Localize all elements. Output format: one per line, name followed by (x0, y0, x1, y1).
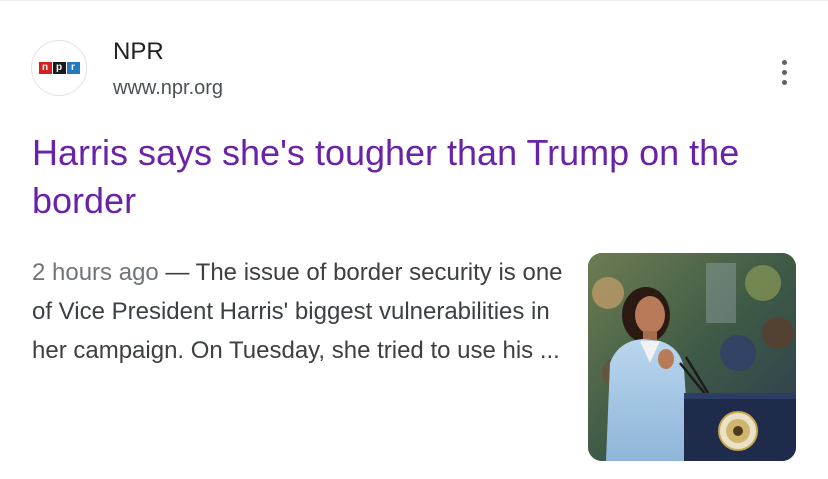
more-vert-icon-dot (781, 69, 787, 75)
article-snippet: 2 hours ago — The issue of border securi… (32, 253, 572, 370)
source-name[interactable]: NPR (113, 38, 164, 66)
more-vert-icon-dot (781, 79, 787, 85)
article-thumbnail[interactable] (588, 253, 796, 461)
article-title-link[interactable]: Harris says she's tougher than Trump on … (32, 129, 772, 225)
npr-logo-icon: n p r (38, 62, 80, 74)
npr-logo-p: p (52, 62, 66, 74)
source-url: www.npr.org (113, 77, 224, 99)
article-time: 2 hours ago (32, 259, 159, 286)
thumbnail-photo (588, 253, 796, 461)
source-logo[interactable]: n p r (31, 40, 87, 96)
npr-logo-n: n (38, 62, 52, 74)
snippet-separator: — (158, 259, 196, 286)
more-options-button[interactable] (764, 52, 804, 92)
news-result-card[interactable]: n p r NPR www.npr.org Harris says she's … (0, 0, 828, 479)
npr-logo-r: r (66, 62, 80, 74)
more-vert-icon (781, 59, 787, 65)
divider (0, 0, 828, 1)
